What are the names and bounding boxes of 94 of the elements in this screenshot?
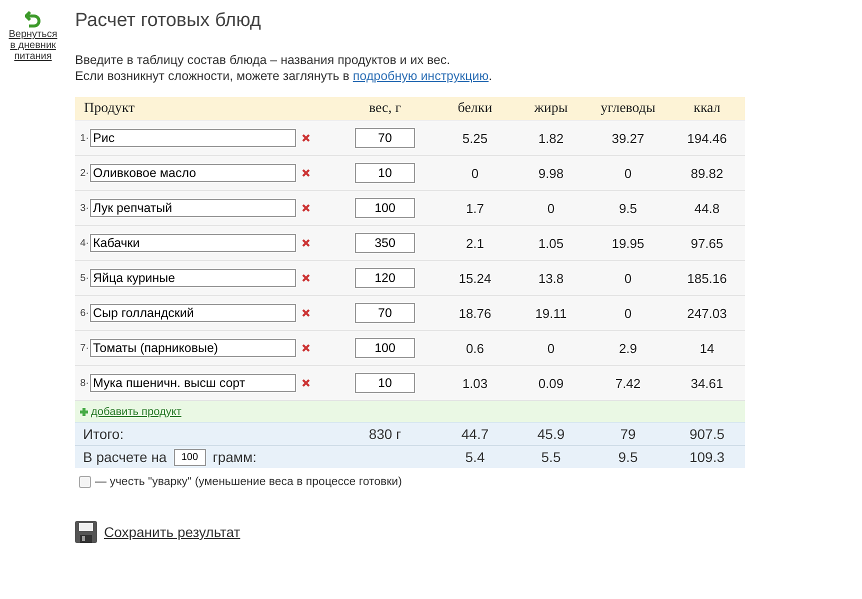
delete-icon[interactable]	[302, 344, 310, 352]
table-cell-text: 2.1	[464, 236, 486, 250]
product-field[interactable]: Лук репчатый	[90, 199, 296, 217]
table-cell-text: 2.9	[618, 340, 638, 356]
delete-icon[interactable]	[302, 379, 310, 387]
table-cell-text: 9.98	[537, 166, 565, 180]
product-field[interactable]: Мука пшеничн. высш сорт	[90, 374, 296, 392]
table-cell-text: 0	[623, 166, 633, 180]
per-label: В расчете на	[83, 449, 167, 465]
table-cell-text: 79	[619, 426, 637, 442]
table-cell-text: 0	[470, 166, 480, 180]
column-header: белки	[456, 100, 494, 116]
total-label: Итого:	[82, 426, 125, 442]
table-cell-text: 18.76	[458, 306, 492, 320]
table-cell-text: 44.8	[693, 200, 721, 216]
intro-text: Если возникнут сложности, можете заглянуть в подробную инструкцию.	[75, 68, 494, 84]
product-field[interactable]: Томаты (парниковые)	[90, 339, 296, 357]
delete-icon[interactable]	[302, 204, 310, 212]
table-cell-text: 5.4	[464, 449, 486, 465]
weight-field[interactable]: 10	[355, 163, 415, 183]
weight-field[interactable]: 70	[355, 303, 415, 323]
page-title: Расчет готовых блюд	[75, 10, 262, 32]
delete-icon[interactable]	[302, 134, 310, 142]
delete-icon[interactable]	[302, 169, 310, 177]
back-link[interactable]: Вернуться в дневник питания	[8, 29, 58, 62]
table-cell-text: 0	[623, 306, 633, 320]
table-cell-text: 185.16	[686, 270, 728, 286]
instruction-link[interactable]: подробную инструкцию	[352, 69, 489, 83]
weight-field[interactable]: 70	[355, 128, 415, 148]
save-link[interactable]: Сохранить результат	[104, 524, 240, 540]
table-cell-text: 5.25	[461, 130, 489, 146]
table-cell-text: 89.82	[690, 166, 724, 180]
product-field[interactable]: Оливковое масло	[90, 164, 296, 182]
checkbox-label: — учесть "уварку" (уменьшение веса в процессе готовки)	[95, 476, 402, 488]
table-cell-text: 194.46	[686, 130, 728, 146]
table-cell-text: 9.5	[617, 449, 639, 465]
delete-icon[interactable]	[302, 274, 310, 282]
row-number: 2·	[79, 168, 89, 178]
weight-field[interactable]: 10	[355, 373, 415, 393]
table-cell-text: 44.7	[460, 426, 490, 442]
product-field[interactable]: Яйца куриные	[90, 269, 296, 287]
table-cell-text: 19.11	[534, 306, 568, 320]
row-number: 7·	[79, 342, 89, 354]
table-cell-text: 907.5	[688, 426, 726, 442]
row-number: 1·	[79, 132, 89, 144]
column-header: Продукт	[83, 100, 136, 116]
delete-icon[interactable]	[302, 239, 310, 247]
table-cell-text: 39.27	[610, 130, 646, 146]
row-number: 6·	[79, 308, 89, 318]
amount-field[interactable]: 100	[174, 448, 206, 466]
table-cell-text: 34.61	[690, 376, 724, 390]
column-header: вес, г	[368, 100, 402, 116]
weight-field[interactable]: 350	[355, 233, 415, 253]
delete-icon[interactable]	[302, 309, 310, 317]
column-header: жиры	[533, 100, 569, 116]
table-cell-text: 1.7	[464, 200, 486, 216]
row-number: 5·	[79, 272, 89, 284]
table-cell-text: 9.5	[618, 200, 638, 216]
table-cell-text: 45.9	[536, 426, 566, 442]
table-cell-text: 7.42	[614, 376, 642, 390]
row-number: 4·	[79, 238, 89, 248]
table-cell-text: 247.03	[686, 306, 728, 320]
column-header: углеводы	[600, 100, 656, 116]
table-cell-text: 1.03	[461, 376, 489, 390]
table-cell-text: 1.05	[537, 236, 565, 250]
weight-field[interactable]: 100	[355, 338, 415, 358]
row-number: 3·	[79, 202, 89, 214]
weight-field[interactable]: 120	[355, 268, 415, 288]
table-cell-text: 13.8	[537, 270, 565, 286]
table-cell-text: 19.95	[610, 236, 646, 250]
unit-label: грамм:	[212, 449, 257, 465]
table-cell-text: 14	[698, 340, 716, 356]
table-cell-text: 15.24	[458, 270, 492, 286]
product-field[interactable]: Кабачки	[90, 234, 296, 252]
back-arrow-icon[interactable]	[25, 10, 41, 28]
checkbox[interactable]	[79, 476, 91, 488]
table-cell-text: 0.6	[464, 340, 486, 356]
column-header: ккал	[692, 100, 722, 116]
table-cell-text: 830 г	[368, 426, 402, 442]
product-field[interactable]: Рис	[90, 129, 296, 147]
table-cell-text: 0	[546, 200, 556, 216]
table-cell-text: 0	[546, 340, 556, 356]
weight-field[interactable]: 100	[355, 198, 415, 218]
plus-icon[interactable]	[80, 408, 88, 416]
table-cell-text: 97.65	[690, 236, 724, 250]
table-cell-text: 5.5	[540, 449, 562, 465]
intro-text: Введите в таблицу состав блюда – названия продуктов и их вес.	[75, 52, 452, 68]
add-product-link[interactable]: добавить продукт	[91, 406, 182, 418]
table-cell-text: 0.09	[537, 376, 565, 390]
table-cell-text: 1.82	[537, 130, 565, 146]
table-cell-text: 109.3	[688, 449, 726, 465]
row-number: 8·	[79, 378, 89, 388]
table-cell-text: 0	[623, 270, 633, 286]
product-field[interactable]: Сыр голландский	[90, 304, 296, 322]
